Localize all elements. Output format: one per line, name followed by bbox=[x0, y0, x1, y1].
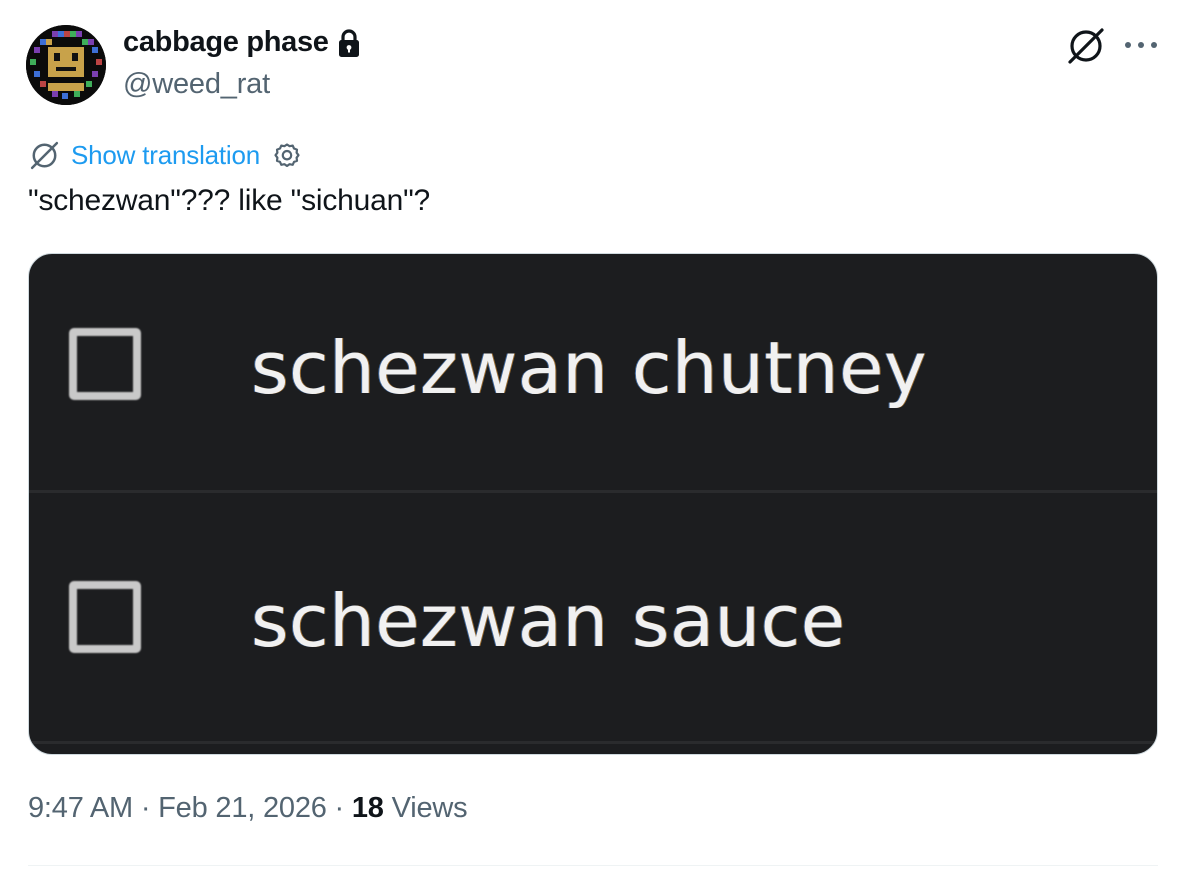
media-list-item: schezwan sauce bbox=[29, 490, 1157, 733]
grok-icon[interactable] bbox=[1066, 26, 1106, 66]
media-item-label: schezwan chutney bbox=[251, 326, 927, 410]
tweet-time[interactable]: 9:47 AM bbox=[28, 792, 133, 824]
author-handle[interactable]: @weed_rat bbox=[123, 68, 270, 101]
translation-row: Show translation bbox=[28, 139, 302, 172]
show-translation-link[interactable]: Show translation bbox=[71, 140, 260, 171]
display-name[interactable]: cabbage phase bbox=[123, 26, 329, 59]
checkbox bbox=[69, 328, 141, 400]
views-count[interactable]: 18 bbox=[352, 792, 384, 824]
media-item-label: schezwan sauce bbox=[251, 579, 846, 663]
gear-icon[interactable] bbox=[272, 141, 302, 171]
media-list-item: schezwan chutney bbox=[29, 254, 1157, 494]
meta-separator: · bbox=[133, 792, 159, 824]
more-icon[interactable] bbox=[1124, 38, 1158, 50]
meta-separator: · bbox=[326, 792, 352, 824]
tweet-meta: 9:47 AM · Feb 21, 2026 · 18 Views bbox=[28, 792, 468, 825]
avatar-image bbox=[26, 25, 106, 105]
avatar[interactable] bbox=[26, 25, 106, 105]
grok-translate-icon bbox=[28, 139, 61, 172]
tweet-media-image[interactable]: schezwan chutney schezwan sauce bbox=[28, 253, 1158, 755]
tweet-text: "schezwan"??? like "sichuan"? bbox=[28, 184, 431, 217]
tweet-date[interactable]: Feb 21, 2026 bbox=[158, 792, 327, 824]
author-name-row[interactable]: cabbage phase bbox=[123, 26, 361, 59]
media-divider bbox=[29, 741, 1157, 744]
lock-icon bbox=[337, 29, 361, 58]
checkbox bbox=[69, 581, 141, 653]
views-label: Views bbox=[383, 792, 468, 824]
divider bbox=[28, 865, 1158, 866]
